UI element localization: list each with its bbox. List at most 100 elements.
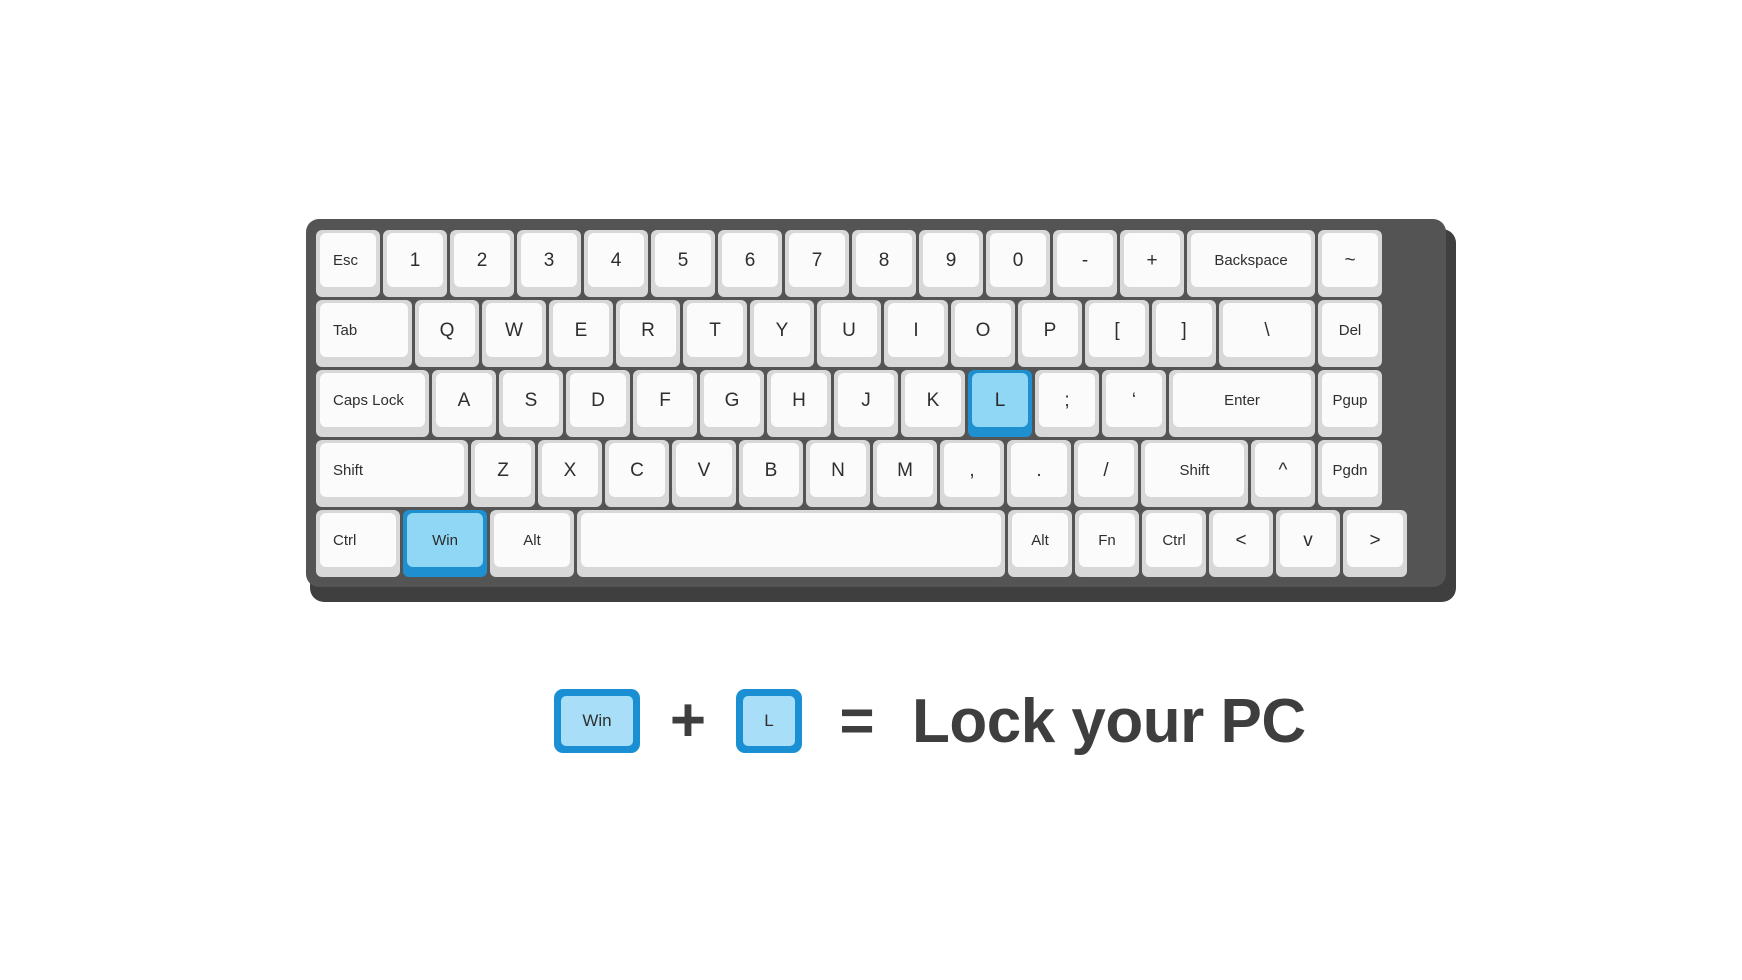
key-b[interactable]: B <box>739 440 803 507</box>
key-t[interactable]: T <box>683 300 747 367</box>
key-y-label: Y <box>754 303 810 357</box>
key-f[interactable]: F <box>633 370 697 437</box>
key-del-label: Del <box>1322 303 1378 357</box>
space-key[interactable] <box>577 510 1005 577</box>
key-symbol-label: + <box>1124 233 1180 287</box>
key-symbol-label: . <box>1011 443 1067 497</box>
key-4[interactable]: 4 <box>584 230 648 297</box>
key-v[interactable]: V <box>672 440 736 507</box>
key-e-label: E <box>553 303 609 357</box>
key-fn[interactable]: Fn <box>1075 510 1139 577</box>
key-j[interactable]: J <box>834 370 898 437</box>
key-symbol[interactable]: ] <box>1152 300 1216 367</box>
key-q[interactable]: Q <box>415 300 479 367</box>
key-symbol-label: [ <box>1089 303 1145 357</box>
key-c-label: C <box>609 443 665 497</box>
key-k[interactable]: K <box>901 370 965 437</box>
key-2[interactable]: 2 <box>450 230 514 297</box>
key-esc-label: Esc <box>320 233 376 287</box>
key-symbol[interactable]: > <box>1343 510 1407 577</box>
key-enter[interactable]: Enter <box>1169 370 1315 437</box>
key-6[interactable]: 6 <box>718 230 782 297</box>
key-r[interactable]: R <box>616 300 680 367</box>
key-b-label: B <box>743 443 799 497</box>
key-e[interactable]: E <box>549 300 613 367</box>
key-symbol-label: > <box>1347 513 1403 567</box>
key-g-label: G <box>704 373 760 427</box>
key-esc[interactable]: Esc <box>316 230 380 297</box>
key-t-label: T <box>687 303 743 357</box>
keyboard-row-shift-row: Shift Z X C V B N M,. / Shift ^ Pgdn <box>316 440 1436 507</box>
key-symbol-label: , <box>944 443 1000 497</box>
key-symbol[interactable]: / <box>1074 440 1138 507</box>
key-w[interactable]: W <box>482 300 546 367</box>
key-tab[interactable]: Tab <box>316 300 412 367</box>
key-tab-label: Tab <box>320 303 408 357</box>
key-p[interactable]: P <box>1018 300 1082 367</box>
key-9-label: 9 <box>923 233 979 287</box>
key-n[interactable]: N <box>806 440 870 507</box>
key-ctrl[interactable]: Ctrl <box>316 510 400 577</box>
key-del[interactable]: Del <box>1318 300 1382 367</box>
key-shift[interactable]: Shift <box>1141 440 1248 507</box>
key-symbol-label: < <box>1213 513 1269 567</box>
key-symbol[interactable]: , <box>940 440 1004 507</box>
key-u[interactable]: U <box>817 300 881 367</box>
shortcut-result-text: Lock your PC <box>912 686 1306 756</box>
key-y[interactable]: Y <box>750 300 814 367</box>
legend-key-l[interactable]: L <box>736 689 802 753</box>
key-3[interactable]: 3 <box>517 230 581 297</box>
key-symbol[interactable]: ~ <box>1318 230 1382 297</box>
key-win[interactable]: Win <box>403 510 487 577</box>
key-h[interactable]: H <box>767 370 831 437</box>
key-shift[interactable]: Shift <box>316 440 468 507</box>
key-h-label: H <box>771 373 827 427</box>
key-symbol-label: ] <box>1156 303 1212 357</box>
key-p-label: P <box>1022 303 1078 357</box>
key-symbol[interactable]: \ <box>1219 300 1315 367</box>
key-9[interactable]: 9 <box>919 230 983 297</box>
key-d[interactable]: D <box>566 370 630 437</box>
key-fn-label: Fn <box>1079 513 1135 567</box>
key-v[interactable]: v <box>1276 510 1340 577</box>
key-symbol[interactable]: < <box>1209 510 1273 577</box>
key-symbol[interactable]: + <box>1120 230 1184 297</box>
key-a[interactable]: A <box>432 370 496 437</box>
key-1[interactable]: 1 <box>383 230 447 297</box>
key-pgdn[interactable]: Pgdn <box>1318 440 1382 507</box>
key-backspace[interactable]: Backspace <box>1187 230 1315 297</box>
key-symbol[interactable]: . <box>1007 440 1071 507</box>
key-caps-lock[interactable]: Caps Lock <box>316 370 429 437</box>
key-g[interactable]: G <box>700 370 764 437</box>
key-8[interactable]: 8 <box>852 230 916 297</box>
key-0[interactable]: 0 <box>986 230 1050 297</box>
key-i[interactable]: I <box>884 300 948 367</box>
key-symbol[interactable]: ‘ <box>1102 370 1166 437</box>
key-symbol[interactable]: [ <box>1085 300 1149 367</box>
key-7[interactable]: 7 <box>785 230 849 297</box>
key-ctrl[interactable]: Ctrl <box>1142 510 1206 577</box>
key-l[interactable]: L <box>968 370 1032 437</box>
key-s[interactable]: S <box>499 370 563 437</box>
key-x[interactable]: X <box>538 440 602 507</box>
keyboard-rows: Esc 1 2 3 4 5 6 7 8 9 0- + Backspace ~ Tab Q W E R T Y U I O P[]… <box>316 230 1436 577</box>
keyboard-row-tab-row: Tab Q W E R T Y U I O P[] \ Del <box>316 300 1436 367</box>
key-pgup[interactable]: Pgup <box>1318 370 1382 437</box>
key-symbol[interactable]: ^ <box>1251 440 1315 507</box>
key-c[interactable]: C <box>605 440 669 507</box>
key-symbol[interactable]: - <box>1053 230 1117 297</box>
key-symbol-label: ~ <box>1322 233 1378 287</box>
legend-key-win[interactable]: Win <box>554 689 640 753</box>
key-o[interactable]: O <box>951 300 1015 367</box>
key-z[interactable]: Z <box>471 440 535 507</box>
space-key-label <box>581 513 1001 567</box>
key-alt[interactable]: Alt <box>1008 510 1072 577</box>
key-m[interactable]: M <box>873 440 937 507</box>
key-alt[interactable]: Alt <box>490 510 574 577</box>
key-symbol-label: - <box>1057 233 1113 287</box>
key-5[interactable]: 5 <box>651 230 715 297</box>
key-backspace-label: Backspace <box>1191 233 1311 287</box>
key-symbol[interactable]: ; <box>1035 370 1099 437</box>
key-d-label: D <box>570 373 626 427</box>
key-caps-lock-label: Caps Lock <box>320 373 425 427</box>
